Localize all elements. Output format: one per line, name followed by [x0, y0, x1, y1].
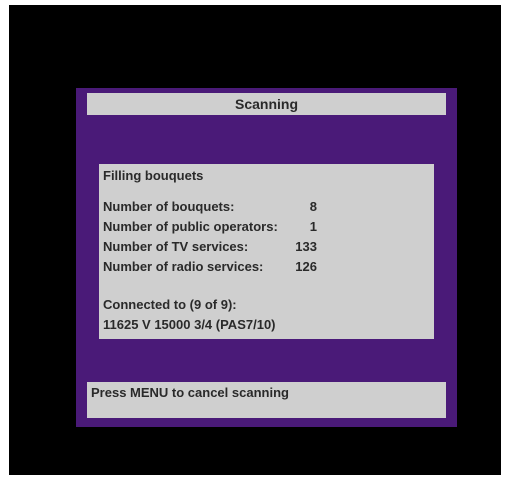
stat-value: 126 — [295, 259, 317, 274]
stat-value: 133 — [295, 239, 317, 254]
dialog-title: Scanning — [234, 96, 298, 112]
stat-value: 8 — [309, 199, 317, 214]
stat-label: Number of TV services: — [103, 239, 249, 254]
stat-label: Number of bouquets: — [103, 199, 235, 214]
transponder-info: 11625 V 15000 3/4 (PAS7/10) — [103, 317, 276, 332]
connection-status: Connected to (9 of 9): — [103, 297, 237, 312]
scanning-dialog: Scanning Filling bouquets Number of bouq… — [76, 88, 457, 427]
stat-value: 1 — [309, 219, 317, 234]
scan-info-panel: Filling bouquets Number of bouquets: 8 N… — [99, 164, 434, 339]
dialog-footer: Press MENU to cancel scanning — [87, 382, 446, 418]
stat-label: Number of radio services: — [103, 259, 264, 274]
scan-status: Filling bouquets — [103, 168, 204, 183]
dialog-title-bar: Scanning — [87, 93, 446, 115]
cancel-hint: Press MENU to cancel scanning — [91, 385, 289, 400]
stat-label: Number of public operators: — [103, 219, 278, 234]
tv-screen: Scanning Filling bouquets Number of bouq… — [9, 5, 501, 475]
